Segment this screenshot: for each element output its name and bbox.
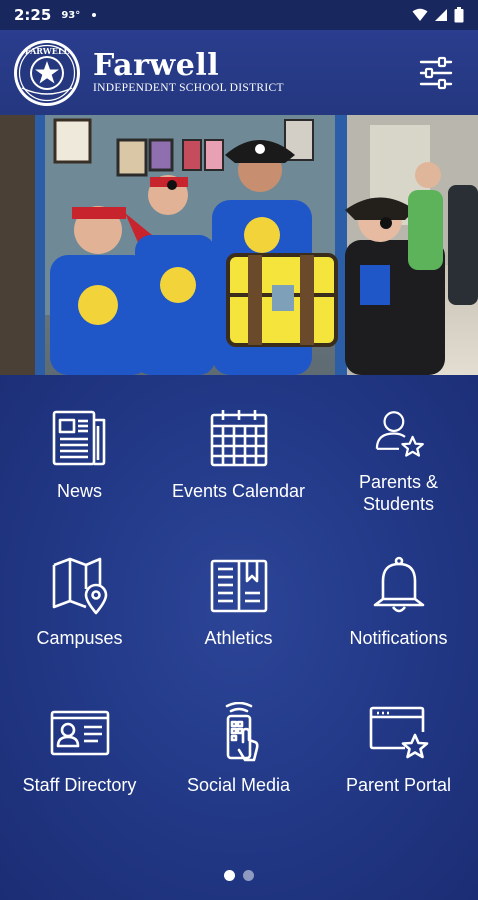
hero-photo (0, 115, 478, 375)
phone-tap-icon (225, 702, 259, 762)
tile-staff-directory-label: Staff Directory (22, 775, 137, 795)
tile-athletics[interactable]: Athletics (159, 522, 318, 662)
person-star-icon (375, 411, 424, 457)
app-header: FARWELL Farwell INDEPENDENT SCHOOL DISTR… (0, 30, 478, 115)
district-logo: FARWELL (14, 40, 80, 106)
tile-campuses-label: Campuses (36, 628, 123, 648)
tile-news-label: News (56, 481, 102, 501)
page-indicator (0, 870, 478, 881)
sliders-menu-icon[interactable] (418, 56, 454, 90)
tile-parent-portal-label: Parent Portal (345, 775, 452, 795)
page-dot-1[interactable] (224, 870, 235, 881)
status-temperature: 93° (61, 9, 81, 21)
battery-icon (454, 7, 464, 23)
brand: Farwell INDEPENDENT SCHOOL DISTRICT (93, 48, 284, 95)
tile-parents-students-label: Parents & Students (358, 472, 439, 514)
signal-icon (435, 9, 447, 21)
logo-text: FARWELL (25, 46, 70, 56)
status-bar: 2:25 93° (0, 0, 478, 30)
book-bookmark-icon (210, 559, 267, 613)
menu-grid: News Events Calendar Parents & Students … (0, 375, 478, 900)
wifi-icon (412, 8, 428, 21)
status-icons (412, 7, 464, 23)
tile-athletics-label: Athletics (204, 628, 273, 648)
hero-image (0, 115, 478, 375)
app-subtitle: INDEPENDENT SCHOOL DISTRICT (93, 82, 284, 94)
browser-star-icon (369, 706, 428, 759)
tile-campuses[interactable]: Campuses (0, 522, 159, 662)
tile-social-media-label: Social Media (186, 775, 291, 795)
page-dot-2[interactable] (243, 870, 254, 881)
calendar-icon (210, 410, 267, 467)
map-pin-icon (52, 557, 107, 615)
tile-news[interactable]: News (0, 375, 159, 515)
app-title: Farwell (93, 48, 220, 83)
tile-events-calendar[interactable]: Events Calendar (159, 375, 318, 515)
tile-parents-students[interactable]: Parents & Students (319, 375, 478, 515)
newspaper-icon (52, 410, 105, 466)
id-card-icon (50, 710, 109, 756)
tile-social-media[interactable]: Social Media (159, 669, 318, 809)
notification-dot-icon (92, 13, 97, 17)
status-time: 2:25 (14, 6, 52, 24)
bell-icon (373, 556, 424, 613)
tile-staff-directory[interactable]: Staff Directory (0, 669, 159, 809)
tile-notifications-label: Notifications (349, 628, 448, 648)
tile-notifications[interactable]: Notifications (319, 522, 478, 662)
tile-events-calendar-label: Events Calendar (171, 481, 306, 501)
tile-parent-portal[interactable]: Parent Portal (319, 669, 478, 809)
